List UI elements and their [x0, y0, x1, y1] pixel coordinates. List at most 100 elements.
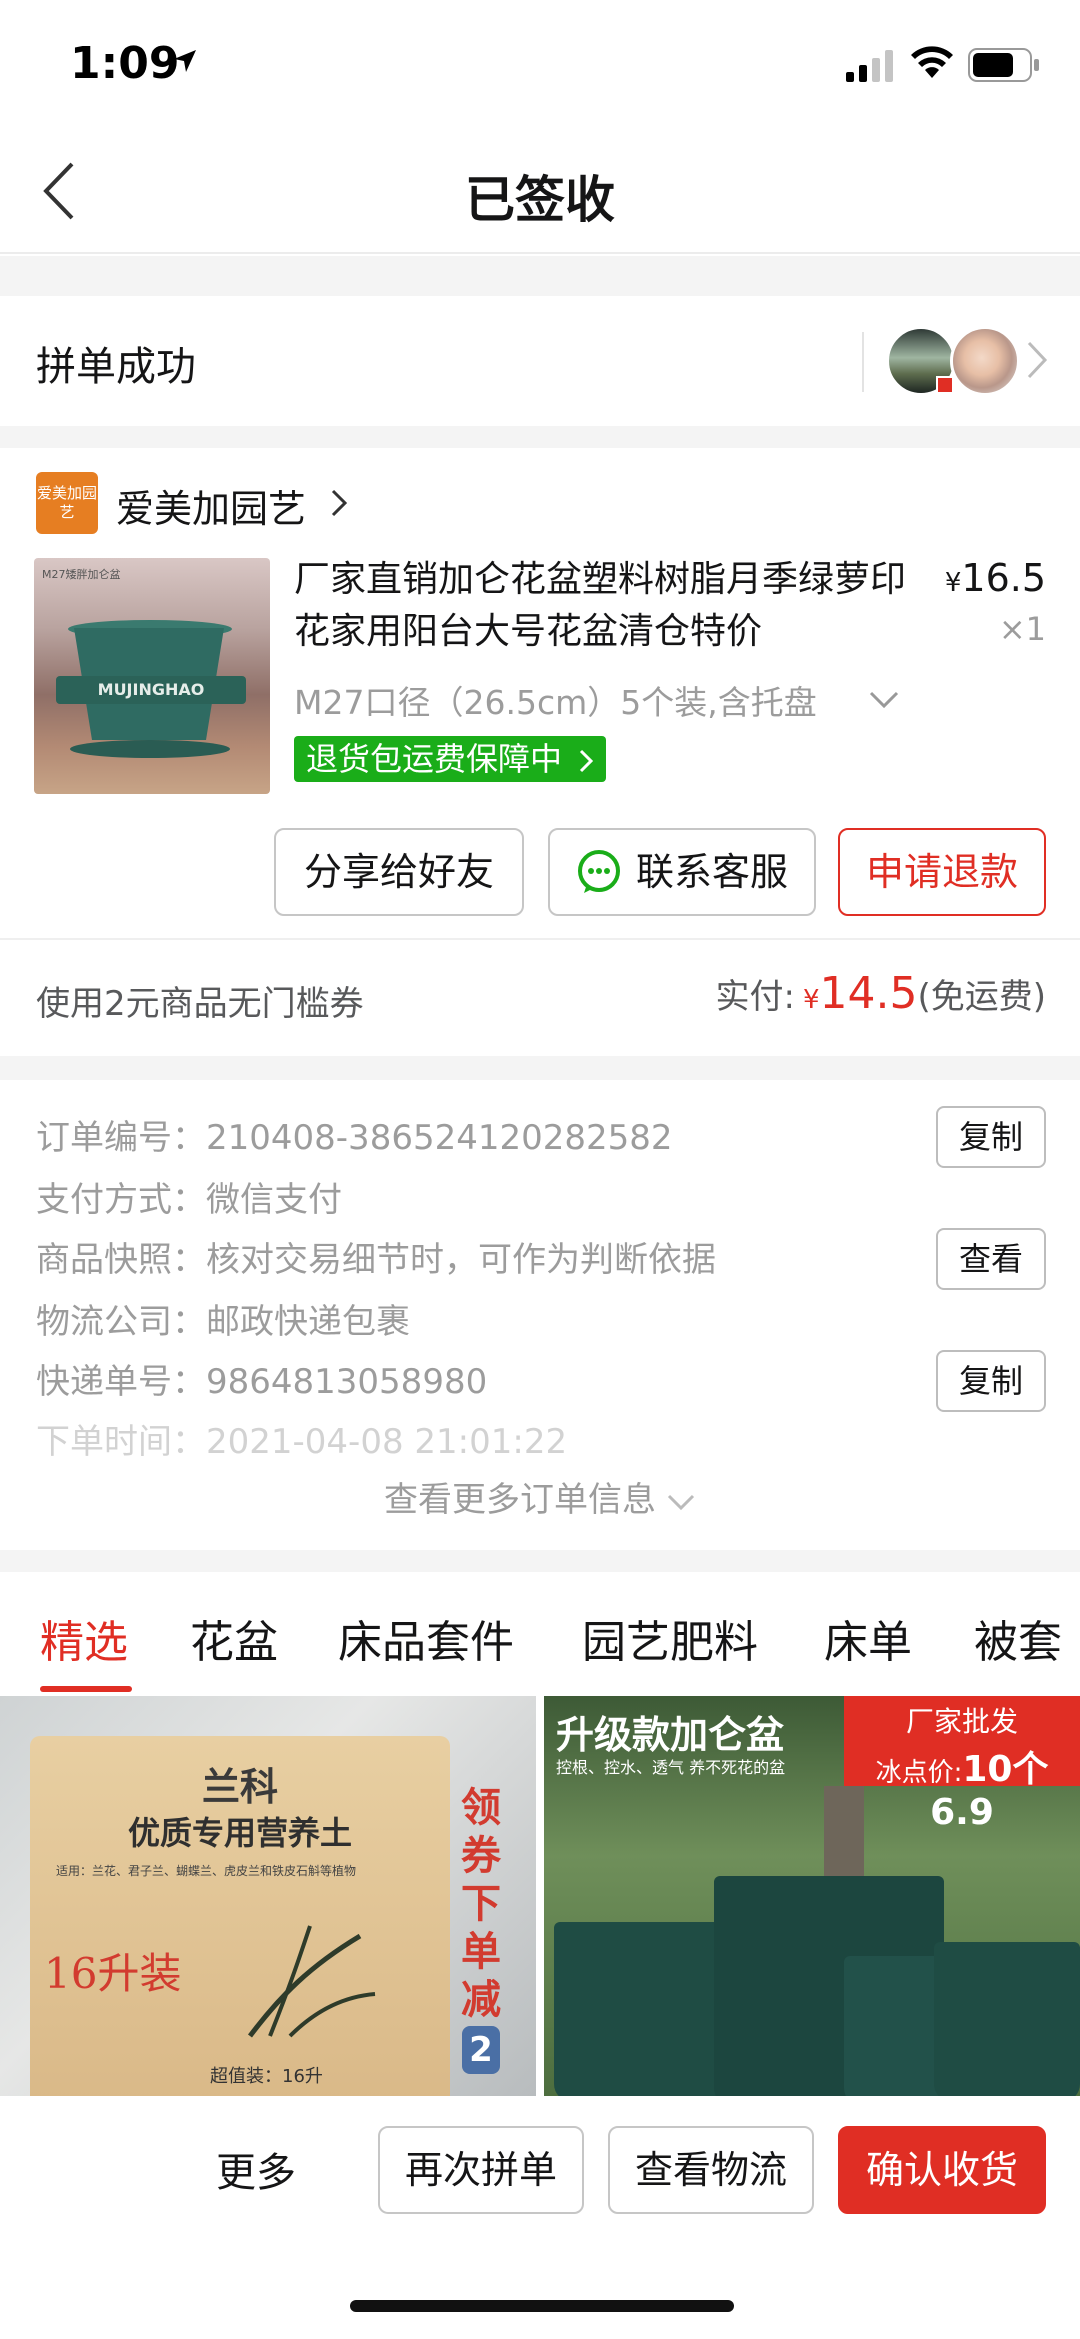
promo-char: 下: [461, 1881, 501, 1927]
chevron-down-icon: [667, 1494, 695, 1510]
order-number: 210408-386524120282582: [206, 1118, 673, 1158]
wholesale-badge: 厂家批发 冰点价:10个6.9: [844, 1696, 1080, 1833]
product-spec[interactable]: M27口径（26.5cm）5个装,含托盘: [294, 676, 854, 724]
avatar: [950, 326, 1020, 396]
chevron-right-icon: [580, 749, 594, 773]
share-button[interactable]: 分享给好友: [274, 828, 524, 916]
group-status-row[interactable]: 拼单成功: [0, 296, 1080, 426]
section-divider: [0, 1056, 1080, 1080]
paid-value: 14.5: [819, 968, 918, 1019]
tab-bedding-set[interactable]: 床品套件: [338, 1606, 514, 1670]
tracking-number: 9864813058980: [206, 1362, 488, 1402]
category-tabs: 精选 花盆 床品套件 园艺肥料 床单 被套: [0, 1572, 1080, 1696]
regroup-button[interactable]: 再次拼单: [378, 2126, 584, 2214]
logistics-company-row: 物流公司：邮政快递包裹: [36, 1294, 410, 1343]
section-divider: [0, 1550, 1080, 1572]
store-logo-text: 爱美加园艺: [36, 484, 97, 521]
wifi-icon: [911, 46, 953, 78]
thumb-label: M27矮胖加仑盆: [42, 568, 121, 581]
chat-icon: [577, 849, 620, 893]
tab-bedsheet[interactable]: 床单: [824, 1606, 912, 1670]
pot-brand: MUJINGHAO: [56, 676, 246, 704]
promo-char: 领: [461, 1785, 501, 1831]
product-title[interactable]: 厂家直销加仑花盆塑料树脂月季绿萝印花家用阳台大号花盆清仓特价: [294, 554, 914, 658]
copy-tracking-number-button[interactable]: 复制: [936, 1350, 1046, 1412]
view-logistics-button[interactable]: 查看物流: [608, 2126, 814, 2214]
promo-subtitle: 控根、控水、透气 养不死花的盆: [556, 1758, 786, 1777]
home-indicator[interactable]: [350, 2300, 734, 2312]
info-key: 订单编号：: [36, 1118, 206, 1158]
bag-title: 优质专用营养土: [127, 1814, 352, 1852]
product-image[interactable]: M27矮胖加仑盆 MUJINGHAO: [34, 558, 270, 794]
recommend-item-soil[interactable]: 兰科 优质专用营养土 适用：兰花、君子兰、蝴蝶兰、虎皮兰和铁皮石斛等植物 16升…: [0, 1696, 536, 2096]
promo-char: 券: [461, 1833, 501, 1879]
bag-value: 超值装：16升: [210, 2066, 323, 2087]
promo-char: 减: [461, 1977, 501, 2023]
page-title: 已签收: [465, 171, 615, 229]
snapshot-row: 商品快照：核对交易细节时，可作为判断依据: [36, 1232, 716, 1281]
cellular-signal-icon: [846, 50, 893, 82]
chevron-down-icon[interactable]: [868, 690, 900, 710]
promo-title: 升级款加仑盆: [556, 1713, 785, 1757]
logistics-company: 邮政快递包裹: [206, 1302, 410, 1342]
snapshot-note: 核对交易细节时，可作为判断依据: [206, 1240, 716, 1280]
order-time: 2021-04-08 21:01:22: [206, 1422, 568, 1462]
shipping-note: (免运费): [917, 977, 1046, 1017]
payment-method-row: 支付方式：微信支付: [36, 1172, 342, 1221]
status-time: 1:09: [70, 38, 180, 89]
info-key: 快递单号：: [36, 1362, 206, 1402]
status-bar: 1:09: [0, 0, 1080, 130]
tab-quilt-cover[interactable]: 被套: [974, 1606, 1062, 1670]
tab-featured[interactable]: 精选: [40, 1606, 128, 1670]
return-shipping-badge[interactable]: 退货包运费保障中: [294, 736, 607, 782]
location-arrow-icon: [174, 50, 196, 72]
info-key: 支付方式：: [36, 1180, 206, 1220]
group-status-label: 拼单成功: [36, 344, 196, 390]
section-divider: [0, 256, 1080, 296]
refund-button[interactable]: 申请退款: [838, 828, 1046, 916]
badge-price-label: 冰点价:: [875, 1758, 963, 1788]
badge-line1: 厂家批发: [905, 1705, 1018, 1738]
bag-small-text: 适用：兰花、君子兰、蝴蝶兰、虎皮兰和铁皮石斛等植物: [56, 1864, 357, 1878]
divider: [862, 332, 864, 392]
bag-brand: 兰科: [201, 1765, 278, 1809]
more-button[interactable]: 更多: [216, 2140, 296, 2198]
view-snapshot-button[interactable]: 查看: [936, 1228, 1046, 1290]
product-price: ¥16.5: [945, 556, 1046, 600]
store-logo[interactable]: 爱美加园艺: [36, 472, 98, 534]
info-key: 下单时间：: [36, 1422, 206, 1462]
order-number-row: 订单编号：210408-386524120282582: [36, 1110, 673, 1159]
orchid-leaf-illustration: [248, 1925, 376, 2038]
more-order-info-label: 查看更多订单信息: [384, 1480, 656, 1520]
info-key: 物流公司：: [36, 1302, 206, 1342]
more-order-info-button[interactable]: 查看更多订单信息: [0, 1472, 1080, 1521]
contact-service-label: 联系客服: [635, 850, 788, 894]
paid-label: 实付:: [715, 977, 795, 1017]
info-key: 商品快照：: [36, 1240, 206, 1280]
paid-amount: 实付: ¥14.5(免运费): [715, 968, 1046, 1019]
contact-service-button[interactable]: 联系客服: [548, 828, 816, 916]
tab-flowerpot[interactable]: 花盆: [190, 1606, 278, 1670]
bag-volume: 16升装: [44, 1949, 182, 1998]
coupon-text: 使用2元商品无门槛券: [36, 984, 364, 1024]
product-quantity: ×1: [998, 610, 1046, 648]
pot-saucer: [70, 740, 230, 758]
pot-illustration: [934, 1942, 1080, 2096]
coupon-row: 使用2元商品无门槛券 实付: ¥14.5(免运费): [0, 938, 1080, 1056]
coupon-promo: 领 券 下 单 减 2: [458, 1784, 504, 2074]
active-tab-indicator: [40, 1686, 132, 1692]
confirm-receipt-button[interactable]: 确认收货: [838, 2126, 1046, 2214]
nav-bar: 已签收: [0, 130, 1080, 254]
tab-fertilizer[interactable]: 园艺肥料: [582, 1606, 758, 1670]
return-badge-label: 退货包运费保障中: [306, 740, 563, 778]
chevron-right-icon: [1027, 341, 1048, 379]
store-name[interactable]: 爱美加园艺: [116, 478, 306, 533]
copy-order-number-button[interactable]: 复制: [936, 1106, 1046, 1168]
order-info: 订单编号：210408-386524120282582 复制 支付方式：微信支付…: [0, 1080, 1080, 1550]
battery-icon: [968, 48, 1039, 82]
badge-line2: 冰点价:10个6.9: [844, 1740, 1080, 1833]
promo-char: 单: [461, 1929, 501, 1975]
recommend-item-gallon-pot[interactable]: 升级款加仑盆 控根、控水、透气 养不死花的盆 厂家批发 冰点价:10个6.9: [544, 1696, 1080, 2096]
chevron-right-icon[interactable]: [330, 488, 348, 518]
price-value: 16.5: [961, 556, 1046, 600]
